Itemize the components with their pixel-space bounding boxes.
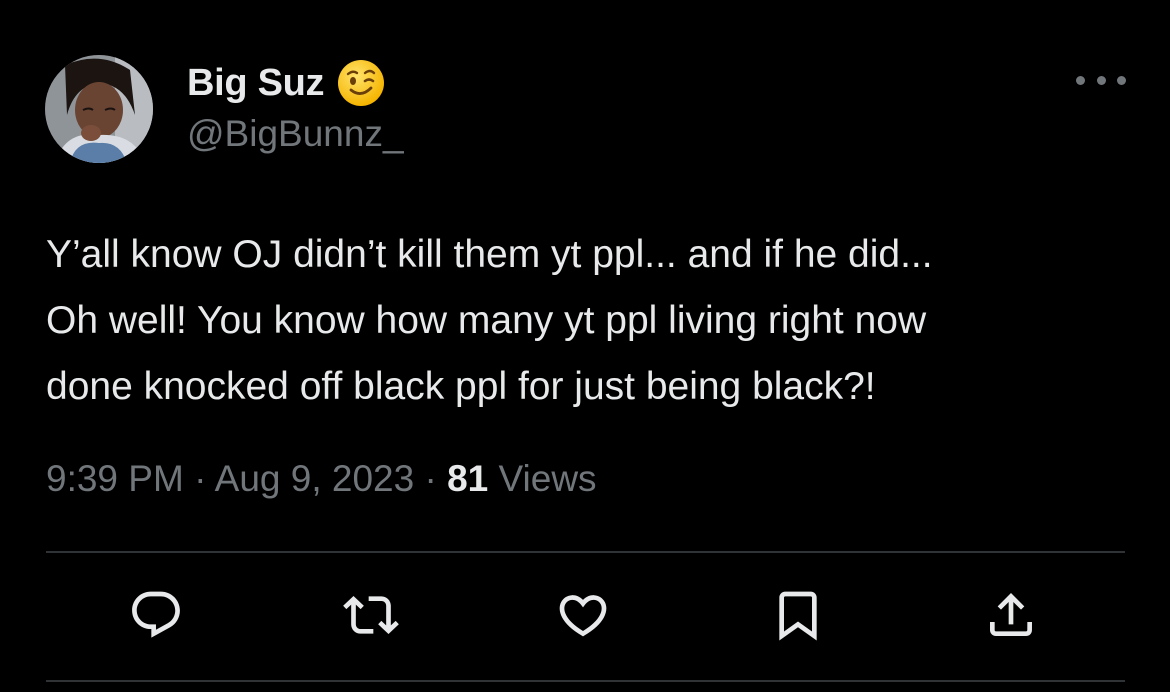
- meta-separator: ·: [424, 458, 448, 499]
- more-options-button[interactable]: [1076, 65, 1126, 95]
- retweet-button[interactable]: [341, 585, 401, 645]
- dot-icon: [1117, 75, 1126, 85]
- meta-separator: ·: [194, 458, 215, 499]
- action-bar: [0, 585, 1170, 645]
- divider: [46, 680, 1125, 682]
- retweet-icon: [343, 596, 399, 634]
- share-button[interactable]: [981, 585, 1041, 645]
- tweet-text: Y’all know OJ didn’t kill them yt ppl...…: [46, 222, 1136, 420]
- author-handle[interactable]: @BigBunnz_: [187, 113, 404, 155]
- tweet-text-line: done knocked off black ppl for just bein…: [46, 365, 876, 408]
- winking-face-icon: [338, 60, 385, 106]
- author-name-row[interactable]: Big Suz: [187, 58, 386, 108]
- share-icon: [990, 593, 1032, 636]
- divider: [46, 551, 1125, 553]
- bookmark-icon: [779, 591, 817, 641]
- tweet-meta: 9:39 PM · Aug 9, 2023 · 81 Views: [46, 458, 597, 500]
- dot-icon: [1096, 75, 1106, 85]
- tweet-text-line: Oh well! You know how many yt ppl living…: [46, 299, 927, 342]
- avatar[interactable]: [45, 55, 153, 163]
- views-count[interactable]: 81: [447, 458, 498, 499]
- views-label[interactable]: Views: [499, 458, 597, 499]
- tweet-text-line: Y’all know OJ didn’t kill them yt ppl...…: [46, 233, 933, 276]
- heart-icon: [559, 595, 607, 637]
- reply-icon: [132, 591, 180, 638]
- display-name[interactable]: Big Suz: [187, 62, 325, 105]
- tweet-card: Big Suz @BigBunnz_ Y’all know OJ didn’t …: [0, 0, 1170, 692]
- like-button[interactable]: [553, 585, 613, 645]
- avatar-image: [45, 55, 153, 163]
- bookmark-button[interactable]: [768, 585, 828, 645]
- reply-button[interactable]: [126, 585, 186, 645]
- tweet-time[interactable]: 9:39 PM: [46, 458, 184, 499]
- dot-icon: [1076, 75, 1085, 85]
- tweet-date[interactable]: Aug 9, 2023: [215, 458, 415, 499]
